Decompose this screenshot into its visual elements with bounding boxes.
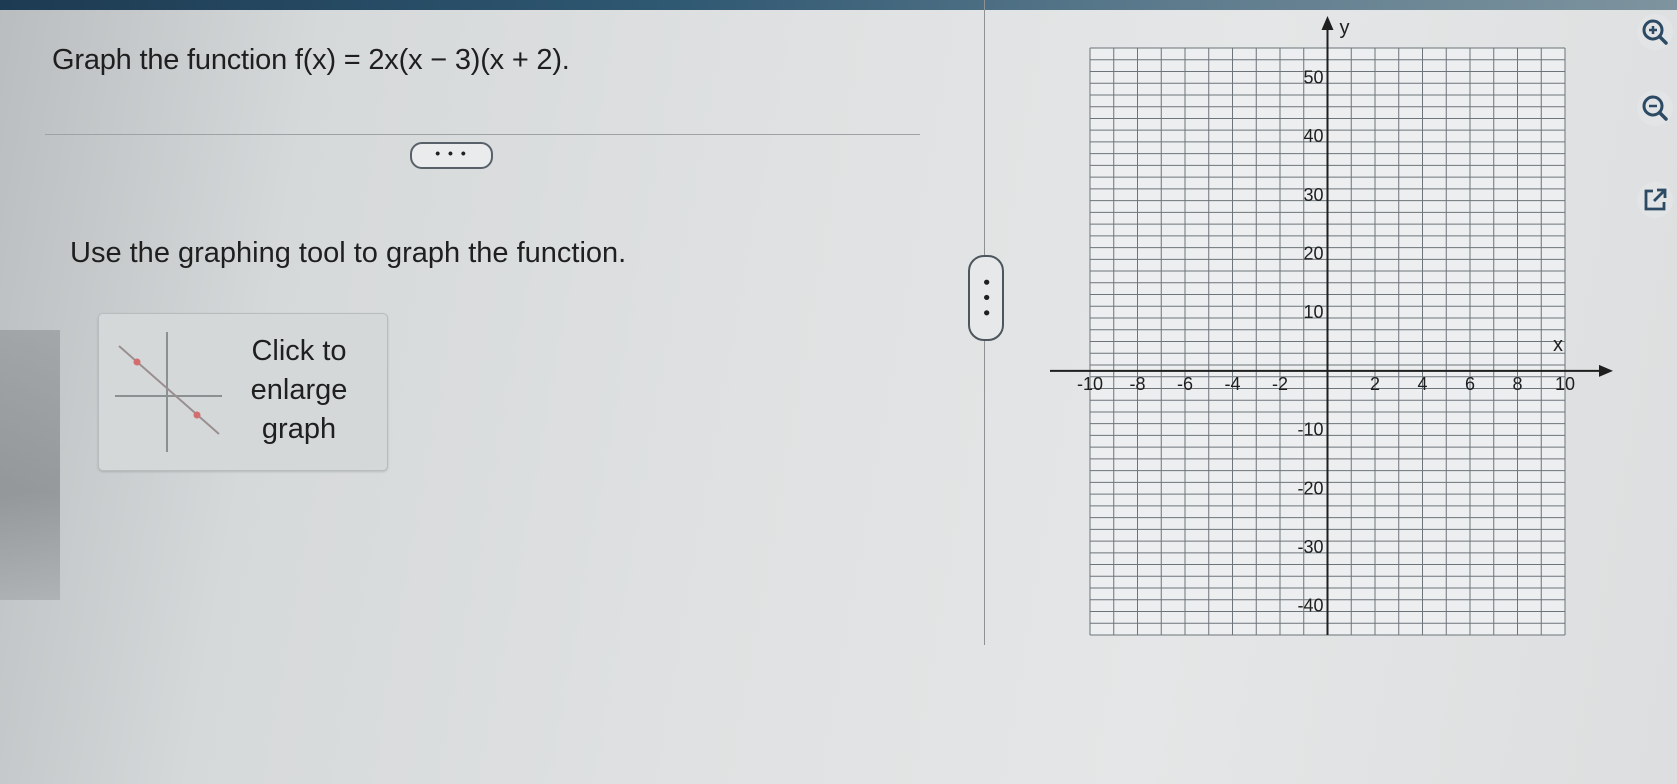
x-axis-arrow (1599, 364, 1613, 377)
x-axis-label: x (1553, 334, 1563, 356)
y-tick-label: 10 (1303, 302, 1323, 322)
zoom-out-icon (1642, 95, 1668, 121)
y-tick-label: 40 (1303, 126, 1323, 146)
x-tick-label: -2 (1272, 374, 1288, 394)
section-separator (45, 134, 920, 135)
enlarge-graph-button[interactable]: Click to enlarge graph (98, 313, 388, 471)
y-axis-label: y (1340, 17, 1350, 39)
x-tick-label: 4 (1417, 374, 1427, 394)
x-tick-label: -6 (1177, 374, 1193, 394)
popout-button[interactable] (1637, 182, 1673, 218)
y-tick-label: -10 (1297, 420, 1323, 440)
enlarge-label-line3: graph (261, 413, 337, 445)
x-tick-label: 2 (1370, 374, 1380, 394)
x-tick-label: -4 (1224, 374, 1240, 394)
x-tick-label: 10 (1555, 374, 1575, 394)
x-tick-label: 6 (1465, 374, 1475, 394)
zoom-in-button[interactable] (1637, 14, 1673, 50)
pane-splitter-handle[interactable]: • • • (968, 255, 1004, 341)
y-tick-label: 50 (1303, 67, 1323, 87)
x-tick-label: -8 (1129, 374, 1145, 394)
x-tick-label: -10 (1077, 374, 1103, 394)
y-tick-label: -40 (1297, 596, 1323, 616)
y-tick-label: -30 (1297, 537, 1323, 557)
enlarge-label-line2: enlarge (250, 374, 348, 406)
x-tick-label: 8 (1512, 374, 1522, 394)
external-link-icon (1644, 188, 1667, 211)
zoom-out-button[interactable] (1637, 90, 1673, 126)
graph-thumbnail-icon (115, 332, 222, 452)
instruction-text: Use the graphing tool to graph the funct… (70, 237, 627, 269)
zoom-in-icon (1642, 19, 1668, 45)
question-text: Graph the function f(x) = 2x(x − 3)(x + … (52, 44, 570, 76)
enlarge-graph-label: Click to enlarge graph (219, 332, 379, 449)
y-tick-label: 20 (1303, 243, 1323, 263)
window-top-strip (0, 0, 1677, 10)
enlarge-label-line1: Click to (251, 335, 347, 367)
left-edge-shadow (0, 330, 60, 600)
splitter-dots: • • • (976, 278, 997, 318)
y-axis-arrow (1321, 16, 1334, 30)
y-tick-label: 30 (1303, 185, 1323, 205)
y-tick-label: -20 (1297, 478, 1323, 498)
show-more-button[interactable]: • • • (410, 142, 493, 169)
graphing-area[interactable]: -10 -8 -6 -4 -2 2 4 6 8 10 50 40 30 20 10 -10 -20 -30 -40… (1050, 10, 1630, 650)
